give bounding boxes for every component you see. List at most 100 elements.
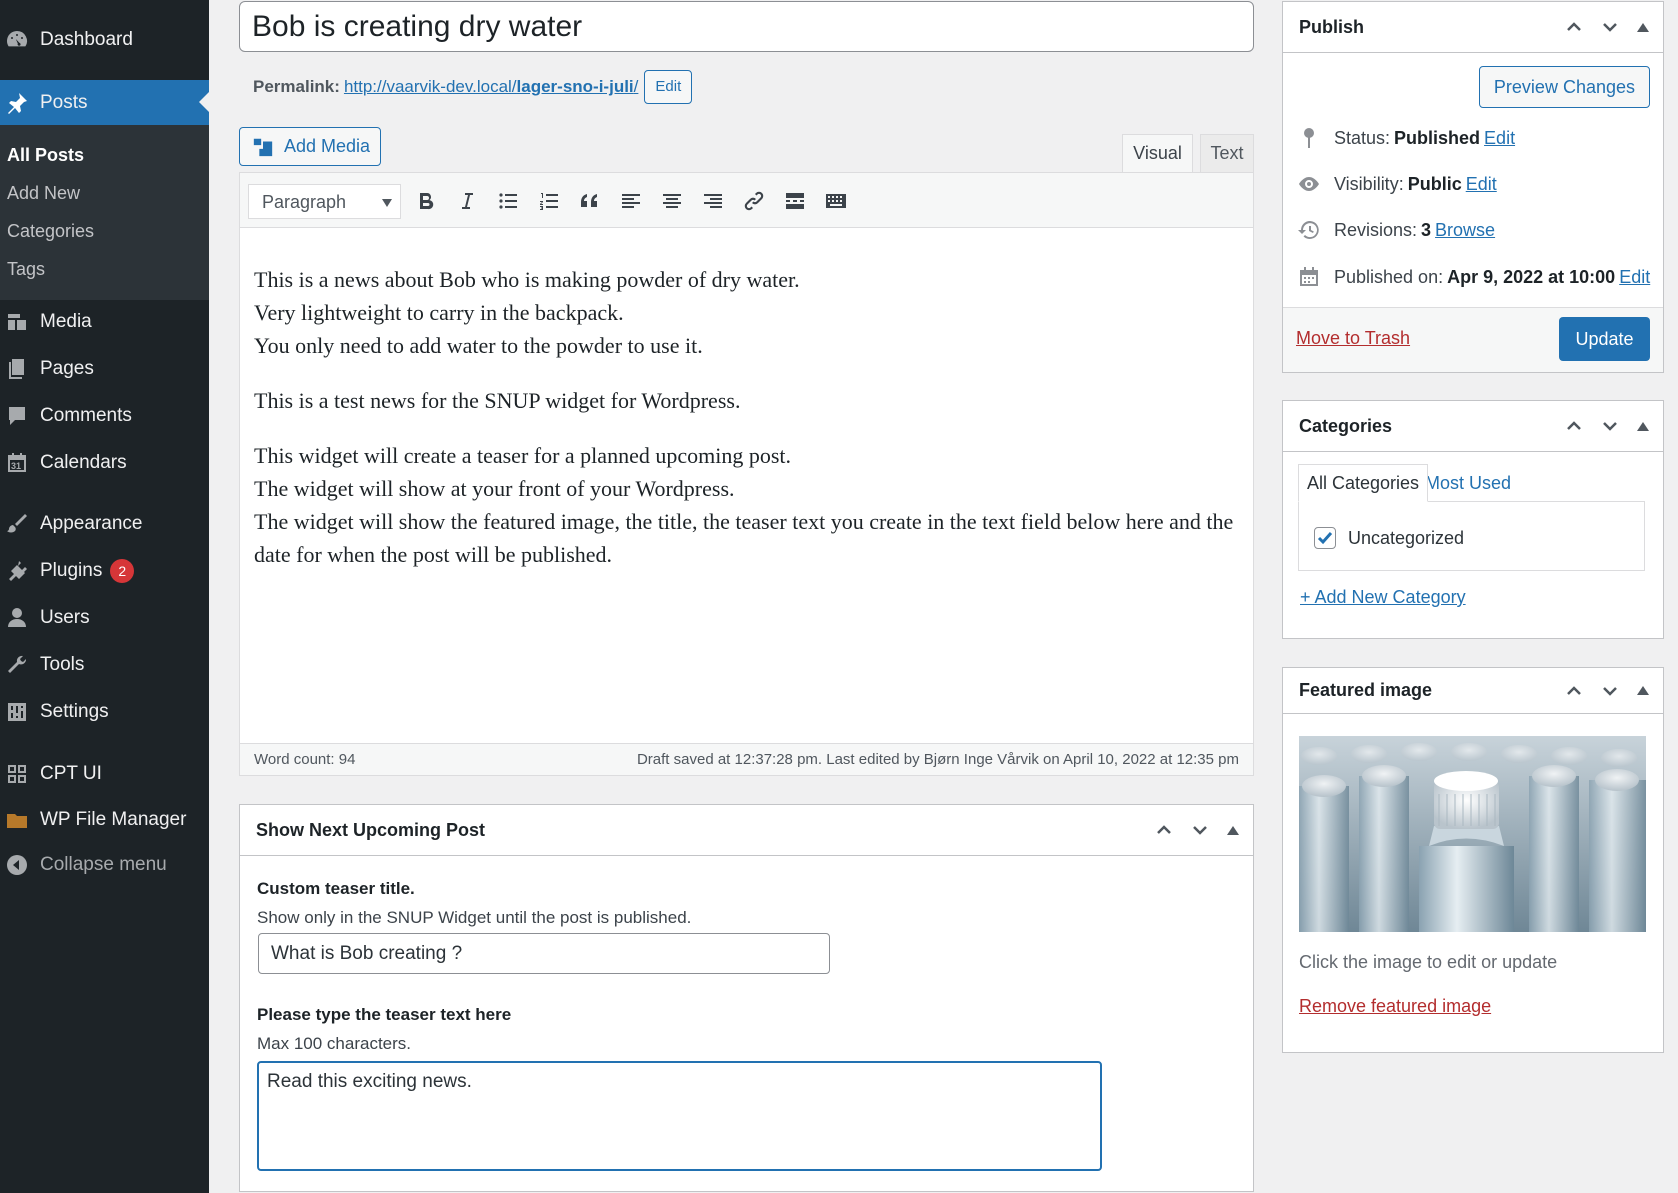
teaser-text-input[interactable]: Read this exciting news. [257, 1061, 1102, 1171]
align-center-icon [663, 194, 681, 208]
revisions-label: Revisions: [1334, 219, 1418, 240]
sidebar-item-calendars[interactable]: 31 Calendars [0, 441, 209, 485]
submenu-categories[interactable]: Categories [7, 221, 94, 242]
revisions-row: Revisions: 3 Browse [1296, 217, 1495, 243]
content-line: This is a news about Bob who is making p… [254, 267, 800, 292]
pages-icon [4, 356, 30, 382]
media-icon [4, 309, 30, 335]
plugins-label: Plugins [40, 560, 103, 582]
sidebar-item-settings[interactable]: Settings [0, 690, 209, 734]
numbered-list-button[interactable] [534, 186, 564, 216]
sidebar-item-users[interactable]: Users [0, 596, 209, 640]
sidebar-item-label: Plugins 2 [40, 559, 135, 583]
align-right-button[interactable] [698, 186, 728, 216]
submenu-tags[interactable]: Tags [7, 259, 45, 280]
eye-icon [1296, 171, 1322, 197]
content-line: You only need to add water to the powder… [254, 333, 703, 358]
toggle-panel-icon[interactable] [1227, 825, 1239, 835]
water-bottles-image [1299, 736, 1646, 932]
update-button[interactable]: Update [1559, 317, 1650, 361]
sidebar-item-tools[interactable]: Tools [0, 643, 209, 687]
tab-visual[interactable]: Visual [1122, 134, 1193, 172]
sidebar-item-posts[interactable]: Posts [0, 80, 209, 126]
sidebar-item-label: Appearance [40, 513, 143, 534]
chevron-up-icon[interactable] [1565, 417, 1583, 435]
toggle-panel-icon[interactable] [1637, 686, 1649, 695]
sidebar-item-pages[interactable]: Pages [0, 347, 209, 391]
read-more-button[interactable] [780, 186, 810, 216]
remove-featured-image-link[interactable]: Remove featured image [1299, 996, 1491, 1017]
edit-status-link[interactable]: Edit [1484, 128, 1515, 149]
sidebar-item-comments[interactable]: Comments [0, 394, 209, 438]
chevron-up-icon[interactable] [1155, 821, 1173, 839]
snup-metabox: Show Next Upcoming Post Custom teaser ti… [239, 804, 1254, 1192]
edit-visibility-link[interactable]: Edit [1466, 174, 1497, 195]
toggle-panel-icon[interactable] [1637, 22, 1649, 32]
teaser-title-input[interactable]: What is Bob creating ? [258, 933, 830, 974]
move-to-trash-link[interactable]: Move to Trash [1296, 328, 1410, 349]
bold-icon [420, 193, 434, 210]
sidebar-item-cpt-ui[interactable]: CPT UI [0, 752, 209, 796]
bold-button[interactable] [411, 186, 441, 216]
toggle-panel-icon[interactable] [1637, 421, 1649, 431]
align-center-button[interactable] [657, 186, 687, 216]
add-new-category-link[interactable]: + Add New Category [1300, 587, 1466, 608]
add-media-button[interactable]: Add Media [239, 127, 381, 166]
insert-link-button[interactable] [739, 186, 769, 216]
sidebar-item-label: Comments [40, 405, 132, 426]
keyboard-icon [826, 194, 846, 208]
chevron-down-icon[interactable] [1601, 682, 1619, 700]
content-line: This is a test news for the SNUP widget … [254, 388, 741, 413]
posts-submenu: All Posts Add New Categories Tags [0, 125, 209, 300]
tab-most-used[interactable]: Most Used [1417, 464, 1519, 502]
collapse-menu-button[interactable]: Collapse menu [0, 843, 209, 887]
chevron-up-icon[interactable] [1565, 682, 1583, 700]
edit-permalink-button[interactable]: Edit [644, 70, 693, 104]
teaser-text-label: Please type the teaser text here [257, 1005, 512, 1024]
submenu-all-posts[interactable]: All Posts [7, 145, 84, 166]
permalink-link[interactable]: http://vaarvik-dev.local/lager-sno-i-jul… [344, 77, 638, 97]
chevron-down-icon[interactable] [1601, 18, 1619, 36]
editor-content-area[interactable]: This is a news about Bob who is making p… [254, 263, 1244, 593]
snup-metabox-title: Show Next Upcoming Post [256, 819, 486, 840]
read-more-icon [786, 193, 804, 209]
align-left-button[interactable] [616, 186, 646, 216]
sidebar-item-file-manager[interactable]: WP File Manager [0, 798, 209, 842]
comment-icon [4, 403, 30, 429]
italic-button[interactable] [452, 186, 482, 216]
tab-text[interactable]: Text [1200, 134, 1254, 172]
preview-changes-button[interactable]: Preview Changes [1478, 66, 1650, 108]
sidebar-item-dashboard[interactable]: Dashboard [0, 18, 209, 62]
categories-metabox: Categories All Categories Most Used Unca… [1282, 400, 1664, 639]
categories-metabox-header: Categories [1283, 401, 1663, 452]
sidebar-item-media[interactable]: Media [0, 300, 209, 344]
chevron-down-icon[interactable] [1191, 821, 1209, 839]
permalink-base: http://vaarvik-dev.local/ [343, 77, 517, 96]
status-value: Published [1394, 127, 1481, 148]
browse-revisions-link[interactable]: Browse [1435, 220, 1495, 241]
align-right-icon [704, 194, 722, 208]
featured-image-thumbnail[interactable] [1299, 736, 1646, 932]
category-label: Uncategorized [1348, 527, 1465, 548]
chevron-up-icon[interactable] [1565, 18, 1583, 36]
sidebar-item-label: Tools [40, 654, 85, 675]
sidebar-item-label: Pages [40, 358, 94, 379]
toolbar-toggle-button[interactable] [821, 186, 851, 216]
submenu-add-new[interactable]: Add New [7, 183, 80, 204]
checkmark-icon [1317, 532, 1333, 545]
add-media-label: Add Media [284, 136, 371, 156]
edit-date-link[interactable]: Edit [1619, 267, 1650, 288]
category-checklist: Uncategorized [1298, 501, 1645, 571]
category-checkbox[interactable] [1314, 527, 1336, 549]
teaser-title-label: Custom teaser title. [257, 879, 415, 898]
chevron-down-icon[interactable] [1601, 417, 1619, 435]
bullet-list-button[interactable] [493, 186, 523, 216]
category-item[interactable]: Uncategorized [1314, 527, 1464, 549]
sidebar-item-appearance[interactable]: Appearance [0, 502, 209, 546]
sidebar-item-label: Posts [40, 92, 88, 113]
sidebar-item-plugins[interactable]: Plugins 2 [0, 549, 209, 593]
blockquote-button[interactable] [575, 186, 605, 216]
tab-all-categories[interactable]: All Categories [1298, 464, 1429, 502]
post-title-input[interactable]: Bob is creating dry water [239, 1, 1254, 52]
format-select[interactable]: Paragraph [248, 184, 401, 219]
